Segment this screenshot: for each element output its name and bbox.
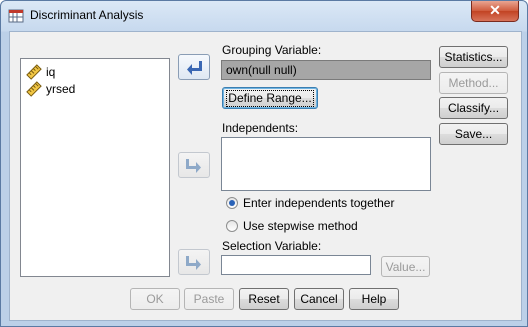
variable-label: iq [46,65,56,79]
close-icon: ✕ [489,2,501,18]
close-button[interactable]: ✕ [471,1,519,22]
variable-list[interactable]: iq yrsed [20,58,170,277]
arrow-left-icon [187,61,202,75]
save-button[interactable]: Save... [439,123,508,145]
grouping-variable-field[interactable]: own(null null) [221,60,431,80]
arrow-right-icon [186,256,201,270]
app-icon [8,9,24,23]
method-button[interactable]: Method... [439,72,508,94]
move-to-independents-button[interactable] [178,152,210,178]
help-button[interactable]: Help [349,288,399,310]
paste-button[interactable]: Paste [184,288,234,310]
variable-label: yrsed [46,82,76,96]
grouping-variable-value: own(null null) [226,63,297,77]
classify-button[interactable]: Classify... [439,97,508,119]
grouping-variable-label: Grouping Variable: [222,43,322,57]
title-bar[interactable]: Discriminant Analysis ✕ [1,1,527,31]
statistics-button[interactable]: Statistics... [439,46,508,68]
value-button[interactable]: Value... [381,256,430,277]
cancel-button[interactable]: Cancel [294,288,344,310]
window-title: Discriminant Analysis [30,8,144,22]
dialog-window: Discriminant Analysis ✕ iq yrsed Groupin… [0,0,528,327]
independents-label: Independents: [222,121,299,135]
scale-variable-icon [26,81,42,97]
dialog-body: iq yrsed Grouping Variable: own(null nul… [9,31,522,321]
radio-selected-icon [226,197,238,209]
scale-variable-icon [26,64,42,80]
move-to-grouping-button[interactable] [178,54,210,80]
selection-variable-label: Selection Variable: [222,239,322,253]
arrow-right-icon [186,159,201,173]
independents-list[interactable] [221,137,431,191]
selection-variable-field[interactable] [221,255,371,275]
move-to-selection-button[interactable] [178,249,210,275]
define-range-button[interactable]: Define Range... [222,87,318,109]
radio-unselected-icon [226,220,238,232]
ok-button[interactable]: OK [130,288,180,310]
reset-button[interactable]: Reset [239,288,289,310]
